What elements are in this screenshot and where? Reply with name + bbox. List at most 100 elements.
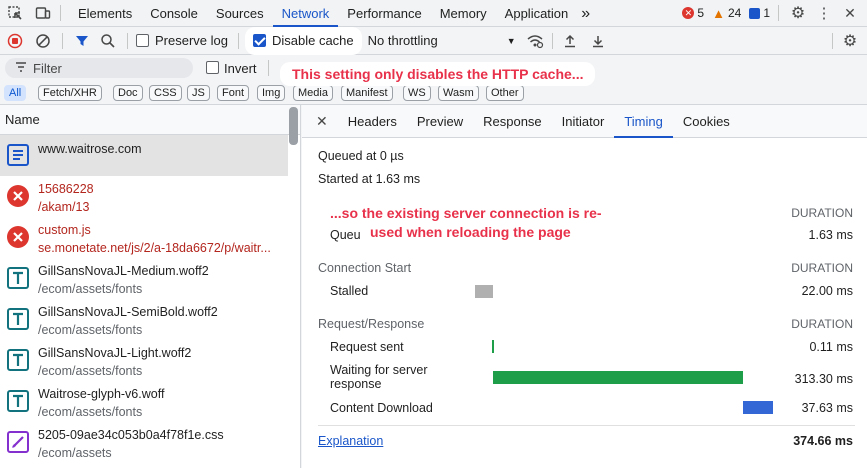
import-har-icon[interactable] [559,30,581,52]
request-name: GillSansNovaJL-SemiBold.woff2 [38,305,218,319]
type-chip-img[interactable]: Img [257,85,286,101]
error-count-badge[interactable]: ✕ 5 [682,6,704,20]
duration-header: DURATION [791,206,853,220]
tab-application[interactable]: Application [496,0,578,27]
divider [778,5,779,21]
font-icon [7,390,29,412]
filter-funnel-icon[interactable] [71,30,93,52]
more-tabs-icon[interactable]: » [577,0,594,27]
stalled-bar [475,285,493,298]
export-har-icon[interactable] [587,30,609,52]
info-icon [749,7,761,19]
request-row[interactable]: 15686228 /akam/13 [0,176,288,217]
divider [62,32,63,49]
request-name: 5205-09ae34c053b0a4f78f1e.css [38,428,224,442]
close-icon[interactable]: ✕ [839,2,861,24]
filter-input[interactable]: Filter [5,58,193,78]
name-column-header[interactable]: Name [0,105,300,135]
request-path: /ecom/assets [38,446,112,460]
started-at: Started at 1.63 ms [318,172,421,186]
clear-icon[interactable] [32,30,54,52]
queueing-label: Queu [330,228,361,242]
divider [551,32,553,49]
content-download-value: 37.63 ms [801,401,853,415]
network-settings-gear-icon[interactable]: ⚙ [839,30,861,52]
font-icon [7,349,29,371]
detail-tab-headers[interactable]: Headers [338,105,407,138]
detail-tab-preview[interactable]: Preview [407,105,473,138]
type-chip-css[interactable]: CSS [149,85,182,101]
queueing-value: 1.63 ms [808,228,853,242]
callout-http-cache: This setting only disables the HTTP cach… [280,62,596,86]
invert-checkbox[interactable] [206,61,219,74]
warning-count-badge[interactable]: ▲ 24 [712,6,741,21]
queued-at: Queued at 0 µs [318,149,404,163]
inspect-element-icon[interactable] [4,2,26,24]
request-list-scrollbar[interactable] [289,107,298,145]
detail-tab-cookies[interactable]: Cookies [673,105,740,138]
record-stop-icon[interactable] [4,30,26,52]
detail-tab-initiator[interactable]: Initiator [552,105,615,138]
request-row[interactable]: GillSansNovaJL-Light.woff2 /ecom/assets/… [0,340,288,381]
request-row[interactable]: GillSansNovaJL-Medium.woff2 /ecom/assets… [0,258,288,299]
type-chip-font[interactable]: Font [217,85,250,101]
tab-network[interactable]: Network [272,0,339,27]
divider [60,5,61,21]
close-detail-icon[interactable]: ✕ [302,113,338,130]
divider [237,32,239,49]
tab-elements[interactable]: Elements [69,0,141,27]
more-options-icon[interactable]: ⋮ [813,2,835,24]
request-path: se.monetate.net/js/2/a-18da6672/p/waitr.… [38,241,271,255]
type-chip-other[interactable]: Other [486,85,524,101]
type-chip-doc[interactable]: Doc [113,85,143,101]
stalled-label: Stalled [330,284,369,298]
request-sent-value: 0.11 ms [809,340,853,354]
detail-tabs: ✕ Headers Preview Response Initiator Tim… [302,105,867,138]
type-chip-manifest[interactable]: Manifest [341,85,393,101]
detail-tab-timing[interactable]: Timing [614,105,673,138]
stalled-value: 22.00 ms [801,284,853,298]
type-chip-js[interactable]: JS [187,85,210,101]
type-chip-media[interactable]: Media [293,85,333,101]
request-row[interactable]: www.waitrose.com [0,135,288,176]
request-row[interactable]: 5205-09ae34c053b0a4f78f1e.css /ecom/asse… [0,422,288,463]
tab-sources[interactable]: Sources [207,0,273,27]
error-icon: ✕ [682,7,695,19]
invert-label: Invert [224,61,257,76]
device-toolbar-icon[interactable] [32,2,54,24]
detail-tab-response[interactable]: Response [473,105,552,138]
disable-cache-label: Disable cache [271,33,354,48]
request-name: GillSansNovaJL-Light.woff2 [38,346,192,360]
tab-performance[interactable]: Performance [338,0,430,27]
request-name: custom.js [38,223,91,237]
tab-console[interactable]: Console [141,0,207,27]
connection-start-heading: Connection Start [318,261,412,275]
request-row[interactable]: GillSansNovaJL-SemiBold.woff2 /ecom/asse… [0,299,288,340]
type-chip-all[interactable]: All [4,85,27,101]
type-chip-ws[interactable]: WS [403,85,431,101]
total-duration: 374.66 ms [793,434,853,448]
throttling-select[interactable]: No throttling ▼ [368,33,516,48]
disable-cache-checkbox[interactable] [252,34,266,47]
request-row[interactable]: Waitrose-glyph-v6.woff /ecom/assets/font… [0,381,288,422]
waiting-bar [493,371,743,384]
tab-memory[interactable]: Memory [431,0,496,27]
info-count-badge[interactable]: 1 [749,6,770,20]
callout-connection-reuse-line2: used when reloading the page [360,221,581,243]
network-conditions-icon[interactable] [524,30,546,52]
throttling-value: No throttling [367,33,438,48]
request-path: /ecom/assets/fonts [38,364,143,378]
request-path: /ecom/assets/fonts [38,323,143,337]
explanation-link[interactable]: Explanation [318,434,383,448]
settings-gear-icon[interactable]: ⚙ [787,2,809,24]
request-row[interactable]: custom.js se.monetate.net/js/2/a-18da667… [0,217,288,258]
preserve-log-checkbox[interactable] [136,34,149,47]
duration-header: DURATION [791,317,853,331]
type-chip-wasm[interactable]: Wasm [438,85,479,101]
network-toolbar: Preserve log Disable cache No throttling… [0,27,867,55]
search-icon[interactable] [97,30,119,52]
info-count: 1 [763,6,770,20]
type-chip-fetch-xhr[interactable]: Fetch/XHR [38,85,102,101]
document-icon [7,144,29,166]
disable-cache-highlight[interactable]: Disable cache [246,28,360,53]
